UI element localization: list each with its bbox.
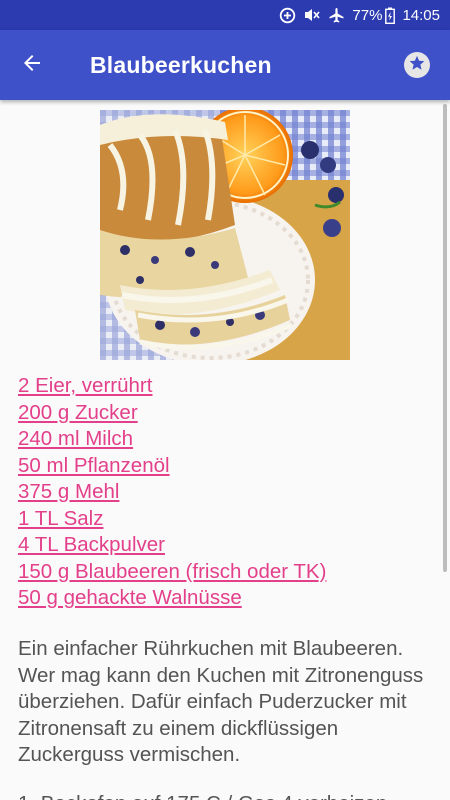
scrollbar[interactable]	[443, 104, 447, 572]
app-bar: Blaubeerkuchen	[0, 30, 450, 100]
airplane-icon	[328, 7, 345, 24]
arrow-back-icon	[20, 51, 44, 80]
recipe-step: 1. Backofen auf 175 C / Gas 4 vorheizen.	[18, 791, 446, 800]
ingredient-link[interactable]: 50 ml Pflanzenöl	[18, 453, 438, 480]
ingredient-link[interactable]: 150 g Blaubeeren (frisch oder TK)	[18, 559, 438, 586]
page-title: Blaubeerkuchen	[90, 52, 272, 78]
favorite-button[interactable]	[404, 52, 430, 78]
recipe-description: Ein einfacher Rührkuchen mit Blaubeeren.…	[18, 637, 424, 766]
status-bar: 77% 14:05	[0, 0, 450, 30]
mute-icon	[303, 7, 321, 23]
ingredient-link[interactable]: 375 g Mehl	[18, 479, 438, 506]
clock: 14:05	[402, 6, 440, 24]
star-icon	[408, 54, 426, 77]
ingredient-list: 2 Eier, verrührt 200 g Zucker 240 ml Mil…	[18, 373, 438, 612]
ingredient-link[interactable]: 240 ml Milch	[18, 426, 438, 453]
ingredient-link[interactable]: 50 g gehackte Walnüsse	[18, 585, 438, 612]
recipe-photo	[100, 110, 350, 360]
ingredient-link[interactable]: 200 g Zucker	[18, 400, 438, 427]
ingredient-link[interactable]: 4 TL Backpulver	[18, 532, 438, 559]
battery-icon	[385, 7, 396, 24]
recipe-content[interactable]: 2 Eier, verrührt 200 g Zucker 240 ml Mil…	[0, 100, 450, 800]
back-button[interactable]	[14, 47, 50, 83]
ingredient-link[interactable]: 2 Eier, verrührt	[18, 373, 438, 400]
battery-percent: 77%	[352, 6, 383, 24]
data-saver-icon	[279, 7, 296, 24]
ingredient-link[interactable]: 1 TL Salz	[18, 506, 438, 533]
